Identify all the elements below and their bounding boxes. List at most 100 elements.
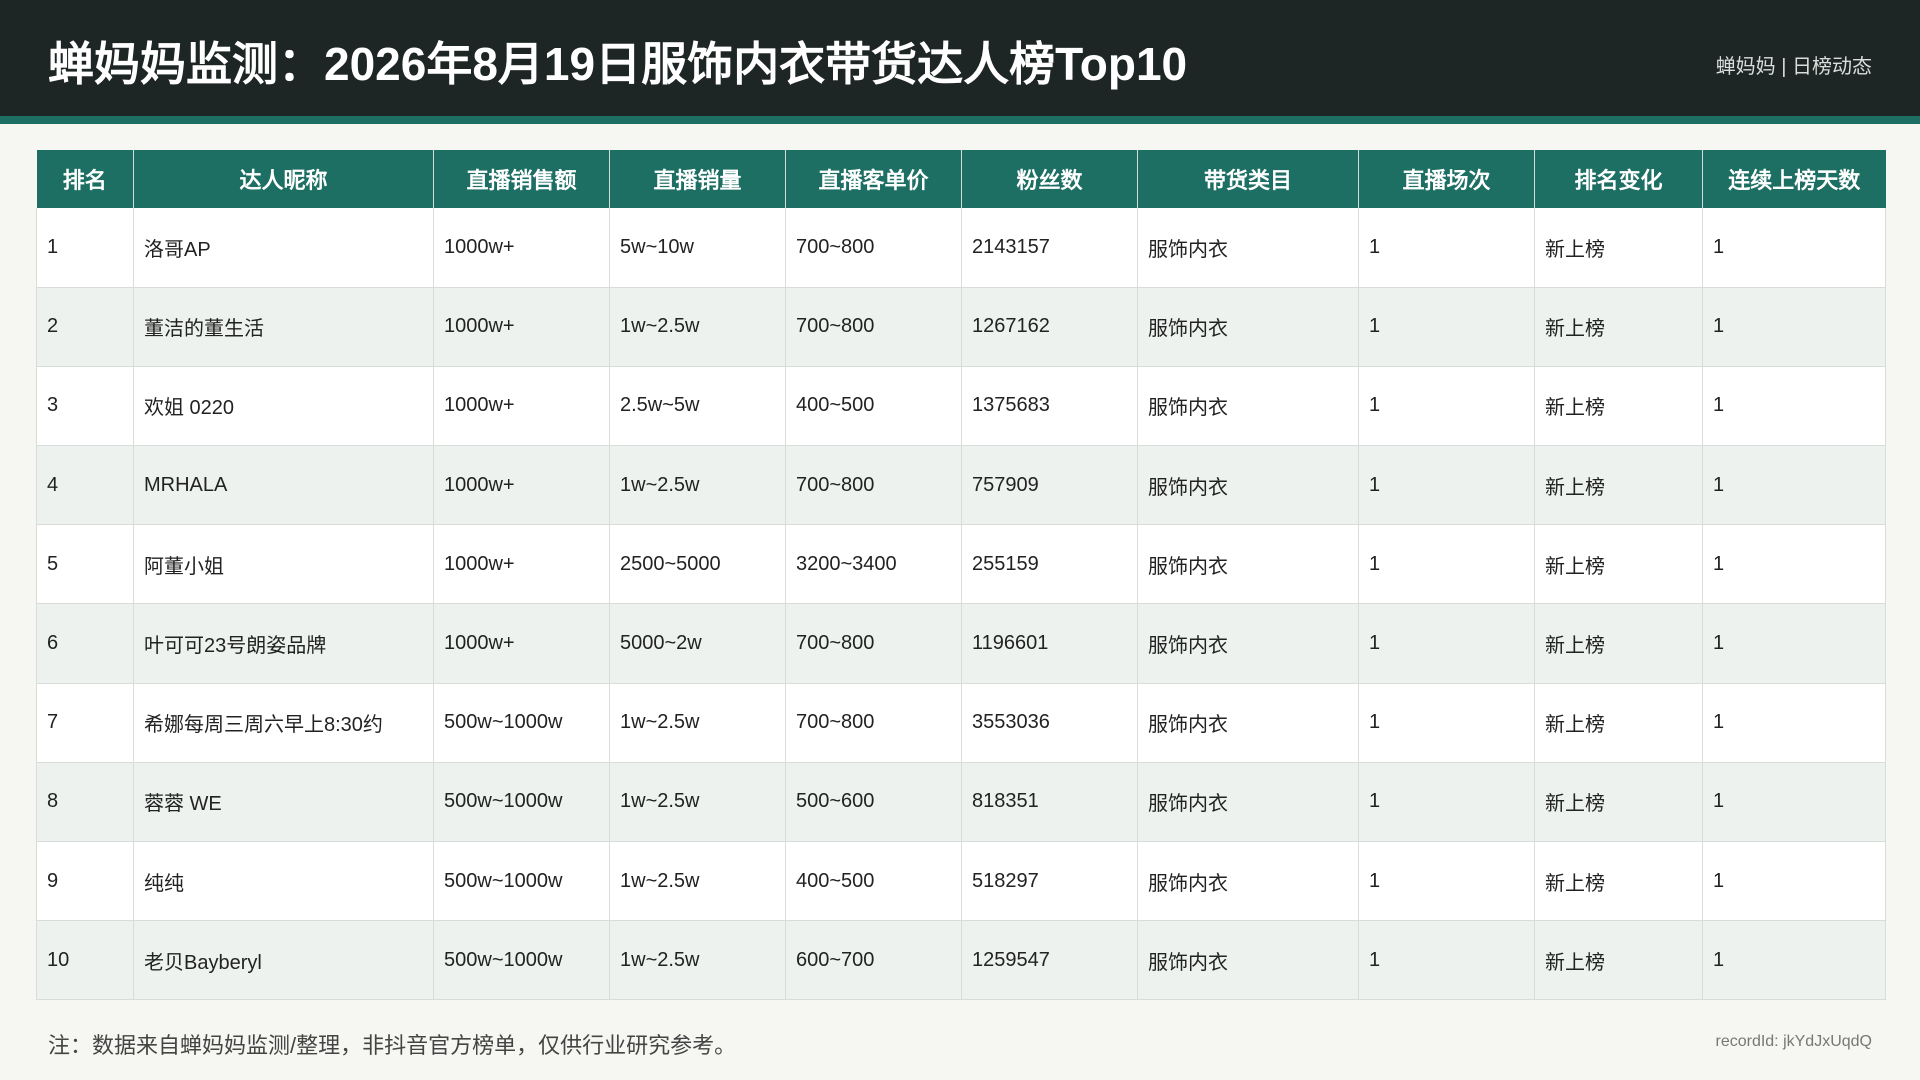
cell-rank: 1 xyxy=(36,208,134,288)
cell-nickname: 老贝Bayberyl xyxy=(133,920,434,1001)
cell-consecutive-days: 1 xyxy=(1702,287,1886,367)
footnote: 注：数据来自蝉妈妈监测/整理，非抖音官方榜单，仅供行业研究参考。 xyxy=(48,1033,737,1058)
cell-sales-volume: 5w~10w xyxy=(609,208,786,288)
cell-rank-change: 新上榜 xyxy=(1534,603,1703,684)
header-accent-bar xyxy=(0,116,1920,124)
cell-followers: 3553036 xyxy=(961,683,1138,763)
column-header-followers[interactable]: 粉丝数 xyxy=(961,150,1138,208)
table-row[interactable]: 8 蓉蓉 WE 500w~1000w 1w~2.5w 500~600 818351 服饰内衣… xyxy=(36,762,1886,843)
cell-unit-price: 3200~3400 xyxy=(785,524,962,605)
cell-live-sessions: 1 xyxy=(1358,445,1535,526)
cell-nickname: 希娜每周三周六早上8:30约 xyxy=(133,683,434,763)
cell-consecutive-days: 1 xyxy=(1702,208,1886,288)
cell-category: 服饰内衣 xyxy=(1137,445,1359,526)
cell-sales-volume: 1w~2.5w xyxy=(609,445,786,526)
cell-rank-change: 新上榜 xyxy=(1534,287,1703,367)
cell-category: 服饰内衣 xyxy=(1137,762,1359,843)
column-header-rank[interactable]: 排名 xyxy=(36,150,134,208)
table-row[interactable]: 7 希娜每周三周六早上8:30约 500w~1000w 1w~2.5w 700~800 3… xyxy=(36,683,1886,763)
column-header-live-sessions[interactable]: 直播场次 xyxy=(1358,150,1535,208)
ranking-table-container: 排名 达人昵称 直播销售额 直播销量 直播客单价 粉丝数 带货类目 直播场次 排… xyxy=(36,150,1886,1001)
cell-rank: 10 xyxy=(36,920,134,1001)
cell-category: 服饰内衣 xyxy=(1137,841,1359,922)
cell-consecutive-days: 1 xyxy=(1702,762,1886,843)
column-header-nickname[interactable]: 达人昵称 xyxy=(133,150,434,208)
cell-sales-volume: 1w~2.5w xyxy=(609,841,786,922)
cell-sales-amount: 1000w+ xyxy=(433,603,610,684)
table-row[interactable]: 2 董洁的董生活 1000w+ 1w~2.5w 700~800 1267162 服饰内衣 1 新… xyxy=(36,287,1886,367)
cell-rank-change: 新上榜 xyxy=(1534,524,1703,605)
cell-consecutive-days: 1 xyxy=(1702,841,1886,922)
cell-unit-price: 700~800 xyxy=(785,683,962,763)
cell-followers: 2143157 xyxy=(961,208,1138,288)
table-row[interactable]: 5 阿董小姐 1000w+ 2500~5000 3200~3400 255159 服饰内衣 1… xyxy=(36,524,1886,605)
table-row[interactable]: 3 欢姐 0220 1000w+ 2.5w~5w 400~500 1375683 服饰内衣 1… xyxy=(36,366,1886,447)
cell-category: 服饰内衣 xyxy=(1137,920,1359,1001)
cell-live-sessions: 1 xyxy=(1358,366,1535,447)
cell-sales-volume: 2500~5000 xyxy=(609,524,786,605)
cell-category: 服饰内衣 xyxy=(1137,287,1359,367)
table-body: 1 洛哥AP 1000w+ 5w~10w 700~800 2143157 服饰内衣 1 新上榜 1… xyxy=(36,208,1886,1001)
page-title: 蝉妈妈监测：2026年8月19日服饰内衣带货达人榜Top10 xyxy=(48,38,1188,90)
cell-rank-change: 新上榜 xyxy=(1534,366,1703,447)
column-header-sales-amount[interactable]: 直播销售额 xyxy=(433,150,610,208)
cell-sales-amount: 1000w+ xyxy=(433,366,610,447)
cell-rank: 4 xyxy=(36,445,134,526)
cell-rank-change: 新上榜 xyxy=(1534,208,1703,288)
cell-rank: 9 xyxy=(36,841,134,922)
column-header-consecutive-days[interactable]: 连续上榜天数 xyxy=(1703,150,1886,208)
cell-unit-price: 700~800 xyxy=(785,208,962,288)
table-header-row: 排名 达人昵称 直播销售额 直播销量 直播客单价 粉丝数 带货类目 直播场次 排… xyxy=(36,150,1886,208)
cell-unit-price: 400~500 xyxy=(785,841,962,922)
cell-category: 服饰内衣 xyxy=(1137,603,1359,684)
cell-category: 服饰内衣 xyxy=(1137,208,1359,288)
cell-nickname: 欢姐 0220 xyxy=(133,366,434,447)
cell-unit-price: 500~600 xyxy=(785,762,962,843)
cell-rank-change: 新上榜 xyxy=(1534,920,1703,1001)
cell-rank: 3 xyxy=(36,366,134,447)
cell-sales-volume: 5000~2w xyxy=(609,603,786,684)
cell-nickname: 叶可可23号朗姿品牌 xyxy=(133,603,434,684)
cell-nickname: MRHALA xyxy=(133,445,434,526)
cell-rank: 6 xyxy=(36,603,134,684)
cell-rank-change: 新上榜 xyxy=(1534,445,1703,526)
cell-nickname: 洛哥AP xyxy=(133,208,434,288)
column-header-rank-change[interactable]: 排名变化 xyxy=(1534,150,1703,208)
cell-sales-volume: 1w~2.5w xyxy=(609,762,786,843)
cell-nickname: 阿董小姐 xyxy=(133,524,434,605)
table-row[interactable]: 4 MRHALA 1000w+ 1w~2.5w 700~800 757909 服饰内衣 1 新上… xyxy=(36,445,1886,526)
cell-unit-price: 400~500 xyxy=(785,366,962,447)
cell-live-sessions: 1 xyxy=(1358,841,1535,922)
cell-rank-change: 新上榜 xyxy=(1534,841,1703,922)
cell-rank-change: 新上榜 xyxy=(1534,683,1703,763)
column-header-category[interactable]: 带货类目 xyxy=(1137,150,1359,208)
cell-followers: 1259547 xyxy=(961,920,1138,1001)
cell-sales-amount: 500w~1000w xyxy=(433,683,610,763)
cell-followers: 818351 xyxy=(961,762,1138,843)
cell-live-sessions: 1 xyxy=(1358,208,1535,288)
cell-live-sessions: 1 xyxy=(1358,603,1535,684)
cell-rank: 2 xyxy=(36,287,134,367)
cell-followers: 757909 xyxy=(961,445,1138,526)
cell-rank: 5 xyxy=(36,524,134,605)
column-header-sales-volume[interactable]: 直播销量 xyxy=(609,150,786,208)
cell-sales-volume: 1w~2.5w xyxy=(609,683,786,763)
page-header: 蝉妈妈监测：2026年8月19日服饰内衣带货达人榜Top10 蝉妈妈 | 日榜动… xyxy=(0,0,1920,116)
cell-consecutive-days: 1 xyxy=(1702,366,1886,447)
cell-followers: 1267162 xyxy=(961,287,1138,367)
cell-live-sessions: 1 xyxy=(1358,683,1535,763)
cell-nickname: 蓉蓉 WE xyxy=(133,762,434,843)
cell-sales-amount: 500w~1000w xyxy=(433,920,610,1001)
table-row[interactable]: 1 洛哥AP 1000w+ 5w~10w 700~800 2143157 服饰内衣 1 新上榜 1 xyxy=(36,208,1886,288)
cell-consecutive-days: 1 xyxy=(1702,445,1886,526)
table-row[interactable]: 10 老贝Bayberyl 500w~1000w 1w~2.5w 600~700 1259… xyxy=(36,920,1886,1001)
table-row[interactable]: 6 叶可可23号朗姿品牌 1000w+ 5000~2w 700~800 1196601 服饰… xyxy=(36,603,1886,684)
cell-sales-amount: 1000w+ xyxy=(433,445,610,526)
cell-category: 服饰内衣 xyxy=(1137,366,1359,447)
table-row[interactable]: 9 纯纯 500w~1000w 1w~2.5w 400~500 518297 服饰内衣 1 新上… xyxy=(36,841,1886,922)
cell-consecutive-days: 1 xyxy=(1702,920,1886,1001)
column-header-unit-price[interactable]: 直播客单价 xyxy=(785,150,962,208)
brand-label: 蝉妈妈 | 日榜动态 xyxy=(1715,56,1872,78)
ranking-table: 排名 达人昵称 直播销售额 直播销量 直播客单价 粉丝数 带货类目 直播场次 排… xyxy=(36,150,1886,1001)
cell-live-sessions: 1 xyxy=(1358,287,1535,367)
